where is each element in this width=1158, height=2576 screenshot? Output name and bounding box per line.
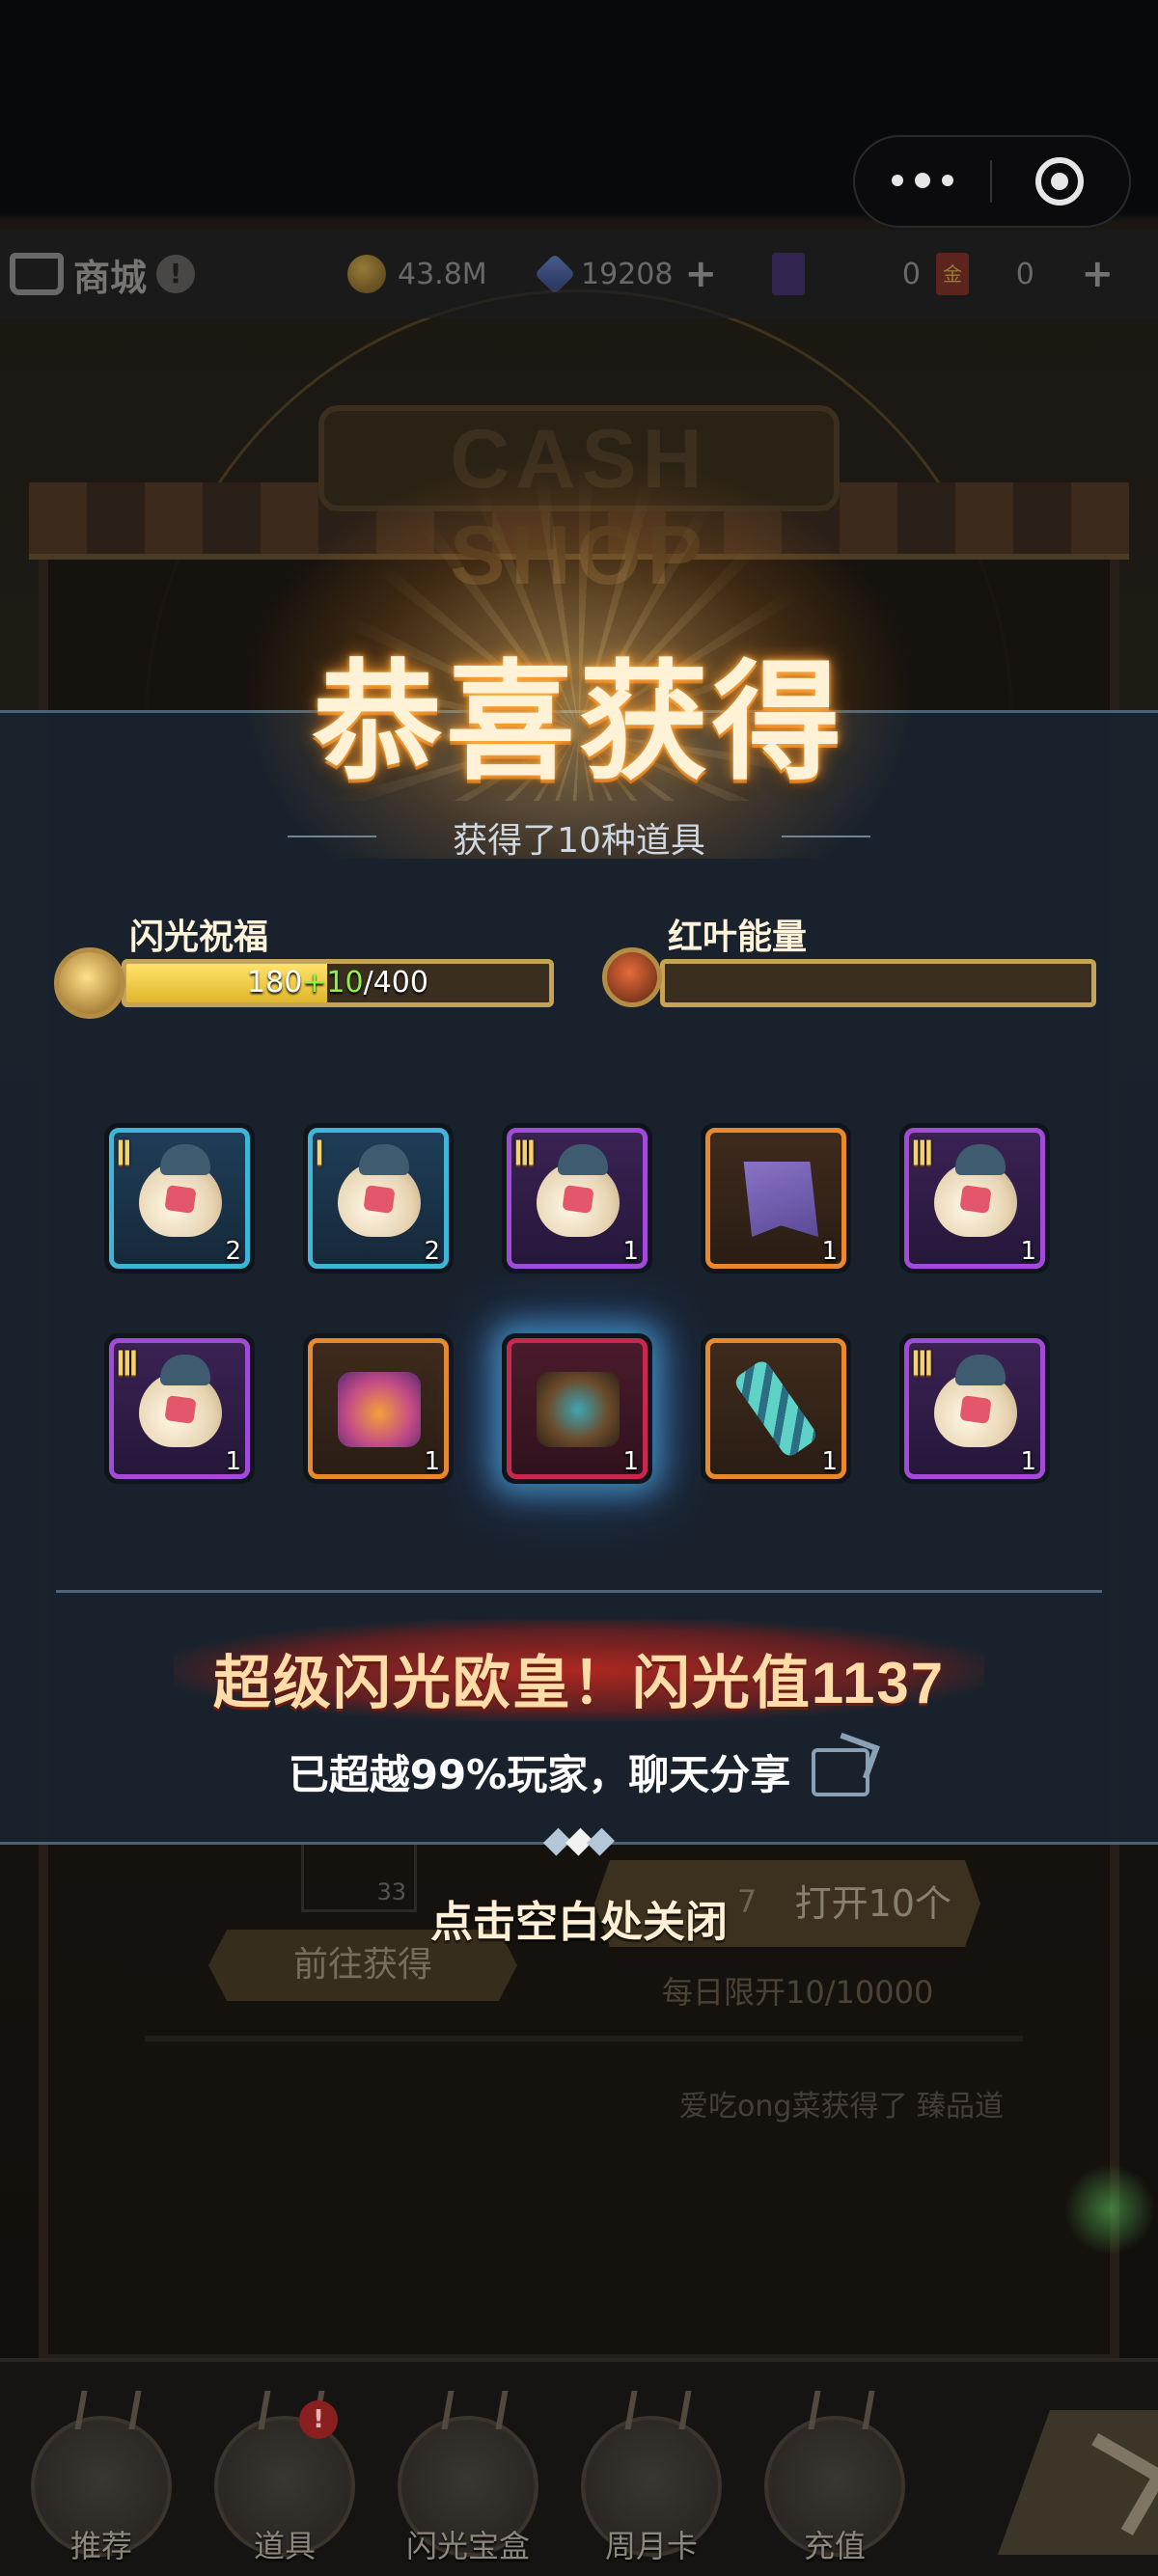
add-gold-cards-button[interactable]: + bbox=[1081, 252, 1114, 296]
reward-item[interactable]: Ⅱ2 bbox=[104, 1123, 255, 1274]
item-tier: Ⅲ bbox=[911, 1347, 934, 1383]
item-count: 1 bbox=[622, 1447, 639, 1476]
item-tier: Ⅲ bbox=[116, 1347, 139, 1383]
currency-bar: 商城 ! 43.8M 19208 + 0 金 0 + bbox=[0, 230, 1158, 318]
shop-title: 商城 bbox=[73, 256, 148, 299]
item-count: 2 bbox=[225, 1237, 241, 1266]
share-row[interactable]: 已超越99%玩家，聊天分享 bbox=[0, 1742, 1158, 1801]
gem-icon bbox=[534, 253, 576, 295]
gold-card-currency: 金 0 + bbox=[936, 252, 1129, 296]
lucky-banner-text: 超级闪光欧皇！闪光值1137 bbox=[212, 1651, 946, 1715]
item-count: 1 bbox=[1020, 1447, 1036, 1476]
item-count: 1 bbox=[424, 1447, 440, 1476]
reward-item[interactable]: Ⅲ1 bbox=[899, 1123, 1050, 1274]
card-currency: 0 bbox=[772, 253, 936, 295]
nav-label: 充值 bbox=[803, 2528, 866, 2564]
pouch-icon bbox=[139, 1144, 222, 1237]
item-count: 1 bbox=[622, 1237, 639, 1266]
reward-item[interactable]: 1 bbox=[303, 1333, 454, 1484]
reward-item[interactable]: Ⅲ1 bbox=[899, 1333, 1050, 1484]
pouch-icon bbox=[934, 1355, 1017, 1447]
pouch-icon bbox=[139, 1355, 222, 1447]
item-tier: Ⅰ bbox=[315, 1137, 325, 1172]
bottom-nav: 推荐! 道具 闪光宝盒 周月卡 充值 bbox=[0, 2358, 1158, 2576]
close-hint[interactable]: 点击空白处关闭 bbox=[0, 1887, 1158, 1949]
reward-item[interactable]: Ⅲ1 bbox=[104, 1333, 255, 1484]
nav-label: 推荐 bbox=[69, 2528, 132, 2564]
diamond-ornament-icon bbox=[542, 1827, 616, 1856]
reward-title: 恭喜获得 bbox=[312, 651, 845, 795]
gold-card-icon: 金 bbox=[936, 253, 969, 295]
nav-label: 周月卡 bbox=[604, 2528, 698, 2564]
reward-item[interactable]: 1 bbox=[701, 1123, 851, 1274]
subtitle-line-right bbox=[782, 836, 870, 837]
reward-item[interactable]: 1 bbox=[701, 1333, 851, 1484]
nav-label: 闪光宝盒 bbox=[405, 2528, 530, 2564]
reward-subtitle: 获得了10种道具 bbox=[453, 821, 705, 861]
card-icon bbox=[772, 253, 805, 295]
pouch-icon bbox=[934, 1144, 1017, 1237]
item-count: 1 bbox=[1020, 1237, 1036, 1266]
news-ticker-text: 爱吃ong菜获得了 臻品道 bbox=[679, 2090, 1004, 2124]
red-leaf-label: 红叶能量 bbox=[668, 918, 808, 957]
more-dots-icon[interactable] bbox=[855, 173, 990, 188]
item-count: 1 bbox=[225, 1447, 241, 1476]
flash-blessing-label: 闪光祝福 bbox=[129, 918, 269, 957]
pouch-icon bbox=[537, 1144, 620, 1237]
modal-divider bbox=[56, 1590, 1102, 1593]
item-count: 1 bbox=[821, 1237, 838, 1266]
item-tier: Ⅲ bbox=[911, 1137, 934, 1172]
reward-item[interactable]: Ⅰ2 bbox=[303, 1123, 454, 1274]
gold-card-amount: 0 bbox=[1015, 257, 1034, 291]
item-tier: Ⅱ bbox=[116, 1137, 132, 1172]
nav-item[interactable]: 周月卡 bbox=[560, 2377, 743, 2570]
nav-item[interactable]: 闪光宝盒 bbox=[376, 2377, 560, 2570]
nav-item[interactable]: ! 道具 bbox=[193, 2377, 376, 2570]
reward-item[interactable]: Ⅲ1 bbox=[502, 1123, 652, 1274]
info-icon[interactable]: ! bbox=[156, 255, 196, 293]
gold-amount: 43.8M bbox=[398, 257, 487, 291]
flash-blessing-value: 180+10/400 bbox=[247, 966, 428, 1000]
flash-blessing-bar: 180+10/400 bbox=[122, 959, 554, 1007]
gem-currency: 19208 + bbox=[534, 252, 772, 296]
nav-label: 道具 bbox=[253, 2528, 316, 2564]
gold-currency: 43.8M bbox=[347, 255, 540, 293]
alert-badge: ! bbox=[299, 2400, 338, 2439]
card-amount: 0 bbox=[901, 257, 921, 291]
miniprogram-capsule bbox=[853, 135, 1131, 228]
red-leaf-icon bbox=[602, 947, 662, 1007]
item-count: 2 bbox=[424, 1237, 440, 1266]
daily-limit-text: 每日限开10/10000 bbox=[662, 1974, 934, 2011]
item-count: 1 bbox=[821, 1447, 838, 1476]
gem-amount: 19208 bbox=[581, 257, 674, 291]
cart-icon bbox=[10, 253, 64, 295]
gold-coin-icon bbox=[347, 255, 386, 293]
shop-title-area: 商城 ! bbox=[0, 248, 347, 301]
flash-blessing-icon bbox=[54, 947, 125, 1019]
add-gems-button[interactable]: + bbox=[684, 252, 717, 296]
gold-chest-icon bbox=[537, 1372, 620, 1447]
green-effect bbox=[1062, 2151, 1158, 2267]
red-leaf-bar bbox=[660, 959, 1096, 1007]
nav-item[interactable]: 推荐 bbox=[10, 2377, 193, 2570]
nav-item[interactable]: 充值 bbox=[743, 2377, 926, 2570]
item-tier: Ⅲ bbox=[513, 1137, 537, 1172]
pouch-icon bbox=[338, 1144, 421, 1237]
reward-item[interactable]: 1 bbox=[502, 1333, 652, 1484]
pink-chest-icon bbox=[338, 1372, 421, 1447]
target-icon[interactable] bbox=[992, 157, 1127, 206]
news-ticker: 爱吃ong菜获得了 臻品道 bbox=[145, 2036, 1023, 2142]
share-text: 已超越99%玩家，聊天分享 bbox=[288, 1751, 791, 1798]
share-icon[interactable] bbox=[812, 1747, 870, 1796]
